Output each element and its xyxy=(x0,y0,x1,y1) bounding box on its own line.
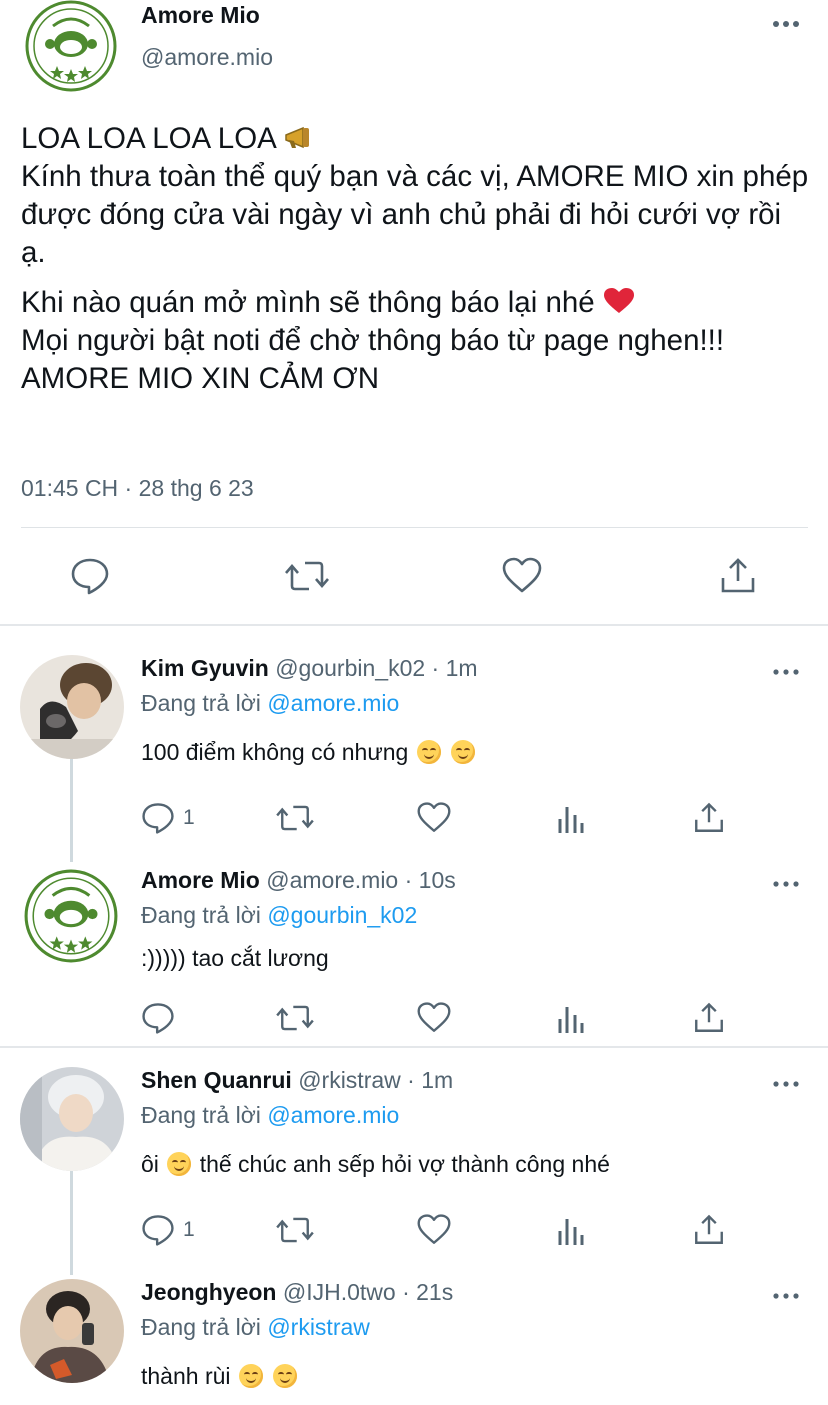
replying-to-link[interactable]: @gourbin_k02 xyxy=(267,902,417,928)
more-options-icon[interactable] xyxy=(772,877,800,896)
tweet-body: LOA LOA LOA LOA Kính thưa toàn thể quý b… xyxy=(21,120,811,398)
shen-quanrui-avatar[interactable] xyxy=(20,1067,124,1171)
tweet-paragraph-3: Mọi người bật noti để chờ thông báo từ p… xyxy=(21,324,725,357)
more-options-icon[interactable] xyxy=(772,665,800,684)
replying-prefix: Đang trả lời xyxy=(141,690,261,716)
reply-author-name[interactable]: Jeonghyeon xyxy=(141,1279,276,1305)
reply-author-name[interactable]: Amore Mio xyxy=(141,867,260,893)
amore-mio-avatar[interactable] xyxy=(23,0,119,92)
author-name[interactable]: Amore Mio xyxy=(141,2,260,29)
more-options-icon[interactable] xyxy=(770,14,802,39)
more-options-icon[interactable] xyxy=(772,1077,800,1096)
replying-to-link[interactable]: @amore.mio xyxy=(267,690,399,716)
reply-handle-time[interactable]: @rkistraw · 1m xyxy=(298,1067,453,1093)
reply-text-content: :))))) tao cắt lương xyxy=(141,945,329,971)
yum-face-icon xyxy=(451,740,476,764)
reply-tweet: Shen Quanrui @rkistraw · 1m Đang trả lời… xyxy=(0,1067,828,1262)
tweet-paragraph-1: Kính thưa toàn thể quý bạn và các vị, AM… xyxy=(21,160,809,269)
reply-actions: 1 xyxy=(141,1212,741,1252)
replying-to: Đang trả lời @gourbin_k02 xyxy=(141,902,417,929)
reply-text: thành rùi xyxy=(141,1363,299,1390)
steam-nose-face-icon xyxy=(273,1364,298,1388)
reply-icon[interactable] xyxy=(70,556,110,596)
replying-prefix: Đang trả lời xyxy=(141,1102,261,1128)
reply-text-after: thế chúc anh sếp hỏi vợ thành công nhé xyxy=(199,1151,610,1177)
replying-prefix: Đang trả lời xyxy=(141,1314,261,1340)
analytics-icon[interactable] xyxy=(555,1000,587,1036)
jeonghyeon-avatar[interactable] xyxy=(20,1279,124,1383)
section-divider xyxy=(0,1046,828,1048)
reply-actions xyxy=(141,1000,741,1040)
yum-face-icon xyxy=(416,740,441,764)
reply-author-name[interactable]: Shen Quanrui xyxy=(141,1067,292,1093)
author-handle[interactable]: @amore.mio xyxy=(141,44,273,71)
share-icon[interactable] xyxy=(718,556,758,596)
reply-tweet: Kim Gyuvin @gourbin_k02 · 1m Đang trả lờ… xyxy=(0,655,828,850)
steam-nose-face-icon xyxy=(238,1364,263,1388)
reply-author-name[interactable]: Kim Gyuvin xyxy=(141,655,269,681)
reply-button[interactable]: 1 xyxy=(141,800,195,836)
like-icon[interactable] xyxy=(416,1212,452,1248)
replying-prefix: Đang trả lời xyxy=(141,902,261,928)
reply-count: 1 xyxy=(183,1218,195,1241)
main-tweet: Amore Mio @amore.mio LOA LOA LOA LOA Kín… xyxy=(0,0,828,624)
reply-header: Shen Quanrui @rkistraw · 1m xyxy=(141,1067,453,1094)
section-divider xyxy=(0,624,828,626)
reply-icon xyxy=(142,1215,174,1246)
reply-count: 1 xyxy=(183,806,195,829)
like-icon[interactable] xyxy=(416,800,452,836)
reply-handle-time[interactable]: @IJH.0two · 21s xyxy=(283,1279,453,1305)
reply-handle-time[interactable]: @amore.mio · 10s xyxy=(266,867,456,893)
reply-tweet: Amore Mio @amore.mio · 10s Đang trả lời … xyxy=(0,867,828,1047)
replying-to: Đang trả lời @amore.mio xyxy=(141,1102,399,1129)
reply-tweet: Jeonghyeon @IJH.0two · 21s Đang trả lời … xyxy=(0,1279,828,1405)
reply-actions: 1 xyxy=(141,800,741,840)
reply-icon xyxy=(142,1003,174,1034)
analytics-icon[interactable] xyxy=(555,1212,587,1248)
retweet-icon[interactable] xyxy=(285,556,329,596)
retweet-icon[interactable] xyxy=(276,800,314,836)
tweet-paragraph-2: Khi nào quán mở mình sẽ thông báo lại nh… xyxy=(21,286,595,319)
megaphone-icon xyxy=(283,122,317,155)
retweet-icon[interactable] xyxy=(276,1212,314,1248)
reply-text-content: thành rùi xyxy=(141,1363,231,1389)
like-icon[interactable] xyxy=(501,556,542,596)
replying-to-link[interactable]: @amore.mio xyxy=(267,1102,399,1128)
red-heart-icon xyxy=(603,286,635,319)
retweet-icon[interactable] xyxy=(276,1000,314,1036)
replying-to: Đang trả lời @rkistraw xyxy=(141,1314,370,1341)
tweet-line-1: LOA LOA LOA LOA xyxy=(21,122,276,155)
like-icon[interactable] xyxy=(416,1000,452,1036)
tweet-paragraph-4: AMORE MIO XIN CẢM ƠN xyxy=(21,362,380,395)
reply-button[interactable] xyxy=(141,1000,183,1036)
reply-header: Amore Mio @amore.mio · 10s xyxy=(141,867,456,894)
share-icon[interactable] xyxy=(692,1212,726,1248)
kim-gyuvin-avatar[interactable] xyxy=(20,655,124,759)
analytics-icon[interactable] xyxy=(555,800,587,836)
reply-text-before: ôi xyxy=(141,1151,159,1177)
hand-over-mouth-face-icon xyxy=(167,1152,192,1176)
reply-text: ôi thế chúc anh sếp hỏi vợ thành công nh… xyxy=(141,1151,610,1178)
amore-mio-avatar[interactable] xyxy=(22,867,120,965)
divider xyxy=(21,527,808,528)
replying-to: Đang trả lời @amore.mio xyxy=(141,690,399,717)
replying-to-link[interactable]: @rkistraw xyxy=(267,1314,370,1340)
reply-handle-time[interactable]: @gourbin_k02 · 1m xyxy=(275,655,477,681)
share-icon[interactable] xyxy=(692,800,726,836)
reply-header: Jeonghyeon @IJH.0two · 21s xyxy=(141,1279,453,1306)
reply-text: 100 điểm không có nhưng xyxy=(141,739,477,766)
reply-header: Kim Gyuvin @gourbin_k02 · 1m xyxy=(141,655,478,682)
reply-button[interactable]: 1 xyxy=(141,1212,195,1248)
reply-text: :))))) tao cắt lương xyxy=(141,945,329,972)
tweet-timestamp[interactable]: 01:45 CH · 28 thg 6 23 xyxy=(21,475,254,502)
more-options-icon[interactable] xyxy=(772,1289,800,1308)
reply-icon xyxy=(142,803,174,834)
share-icon[interactable] xyxy=(692,1000,726,1036)
reply-text-content: 100 điểm không có nhưng xyxy=(141,739,409,765)
